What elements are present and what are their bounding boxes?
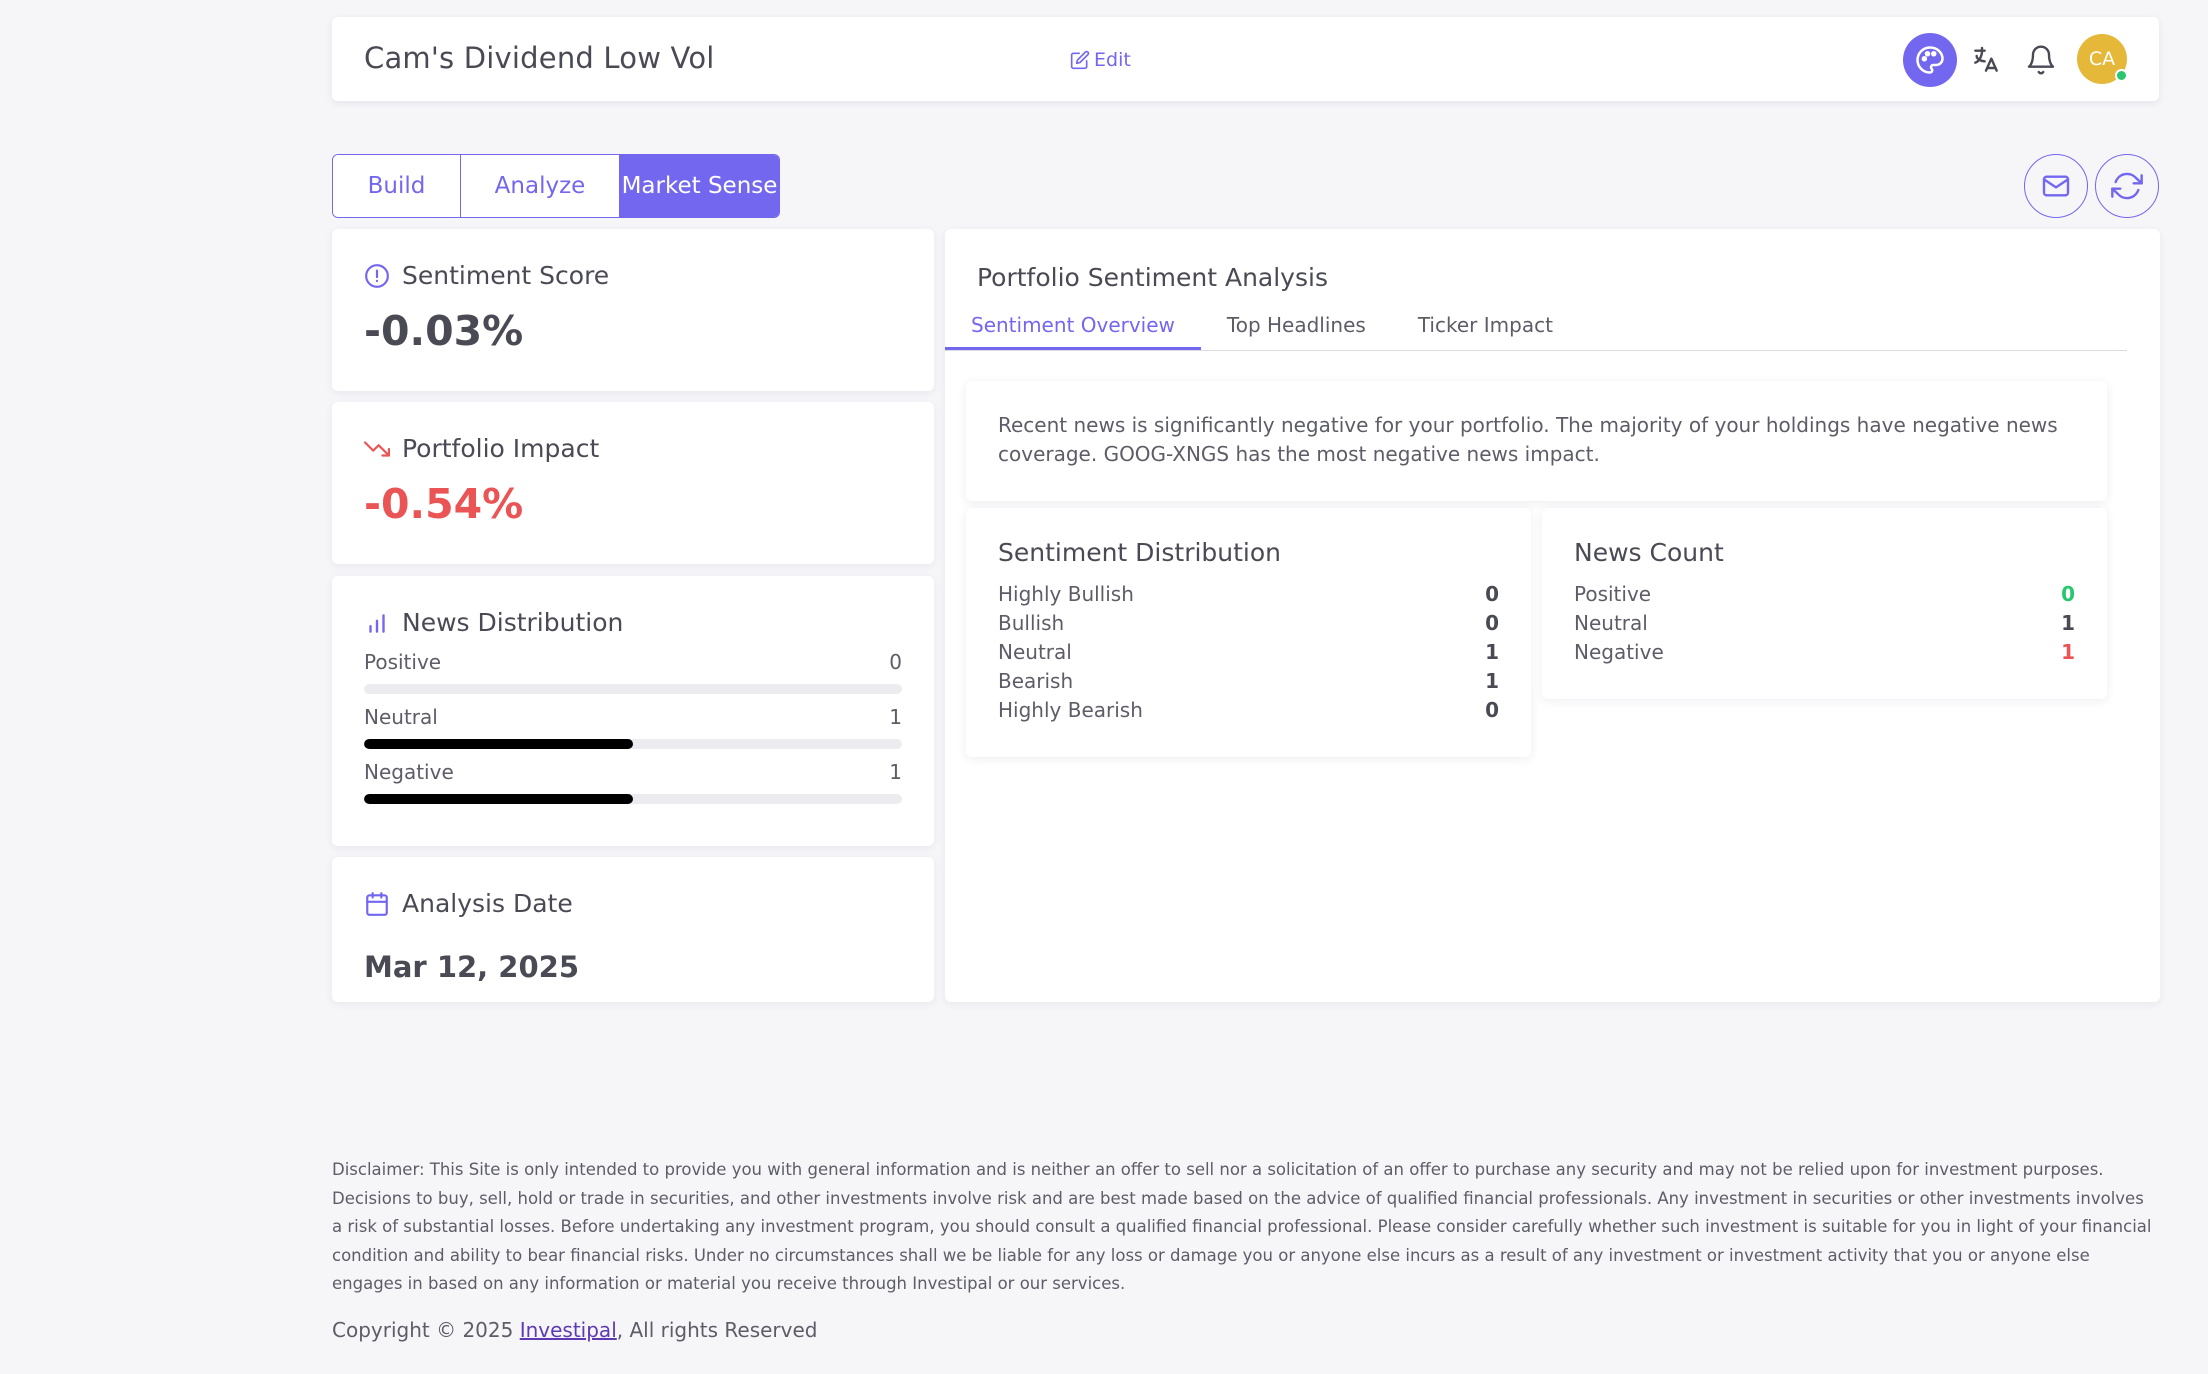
palette-icon: [1916, 46, 1944, 74]
sd-row-highly-bullish: Highly Bullish 0: [998, 582, 1499, 606]
portfolio-impact-card: Portfolio Impact -0.54%: [332, 402, 934, 564]
dist-count: 0: [889, 650, 902, 674]
news-count-title: News Count: [1574, 538, 1724, 567]
sentiment-distribution-card: Sentiment Distribution Highly Bullish 0 …: [966, 508, 1531, 757]
dist-label: Positive: [364, 650, 442, 674]
sd-value: 1: [1485, 669, 1499, 693]
analysis-date-title: Analysis Date: [364, 889, 573, 918]
edit-label: Edit: [1094, 49, 1131, 71]
nc-row-negative: Negative 1: [1574, 640, 2075, 664]
analysis-date-value: Mar 12, 2025: [364, 950, 580, 984]
tab-ticker-impact[interactable]: Ticker Impact: [1392, 309, 1579, 350]
sentiment-analysis-panel: Portfolio Sentiment Analysis Sentiment O…: [945, 229, 2160, 1002]
dist-bar-neutral: [364, 739, 902, 749]
nc-label: Positive: [1574, 582, 1652, 606]
nc-value: 1: [2061, 640, 2075, 664]
portfolio-impact-label: Portfolio Impact: [402, 434, 600, 463]
portfolio-impact-value: -0.54%: [364, 480, 524, 528]
sentiment-score-value: -0.03%: [364, 307, 524, 355]
dist-bar-positive: [364, 684, 902, 694]
bar-chart-icon: [369, 613, 385, 633]
tab-sentiment-overview[interactable]: Sentiment Overview: [945, 309, 1201, 350]
news-distribution-title: News Distribution: [364, 608, 623, 637]
nc-value: 1: [2061, 611, 2075, 635]
mail-icon: [2042, 175, 2070, 197]
sd-value: 0: [1485, 611, 1499, 635]
avatar-initials: CA: [2088, 48, 2116, 70]
sd-label: Bearish: [998, 669, 1074, 693]
sd-row-neutral: Neutral 1: [998, 640, 1499, 664]
dist-bar-fill: [364, 794, 633, 804]
dist-label: Negative: [364, 760, 454, 784]
language-button[interactable]: [1959, 33, 2013, 87]
email-button[interactable]: [2024, 154, 2088, 218]
copyright-prefix: Copyright © 2025: [332, 1318, 520, 1342]
sd-value: 0: [1485, 582, 1499, 606]
news-distribution-card: News Distribution Positive 0 Neutral 1 N…: [332, 576, 934, 846]
theme-button[interactable]: [1903, 33, 1957, 87]
dist-row-negative: Negative 1: [364, 760, 902, 784]
copyright: Copyright © 2025 Investipal, All rights …: [332, 1318, 817, 1342]
dist-row-neutral: Neutral 1: [364, 705, 902, 729]
news-count-card: News Count Positive 0 Neutral 1 Negative…: [1542, 508, 2107, 699]
alert-circle-icon: [365, 263, 389, 288]
sd-row-bearish: Bearish 1: [998, 669, 1499, 693]
sd-value: 1: [1485, 640, 1499, 664]
notifications-button[interactable]: [2014, 33, 2068, 87]
nc-row-positive: Positive 0: [1574, 582, 2075, 606]
edit-button[interactable]: Edit: [1070, 49, 1131, 71]
analysis-date-card: Analysis Date Mar 12, 2025: [332, 857, 934, 1002]
tab-build[interactable]: Build: [333, 155, 460, 217]
dist-count: 1: [889, 760, 902, 784]
sentiment-score-title: Sentiment Score: [364, 261, 609, 290]
sentiment-score-label: Sentiment Score: [402, 261, 610, 290]
dist-row-positive: Positive 0: [364, 650, 902, 674]
dist-bar-negative: [364, 794, 902, 804]
copyright-suffix: , All rights Reserved: [616, 1318, 818, 1342]
tab-top-headlines[interactable]: Top Headlines: [1201, 309, 1392, 350]
translate-icon: [1974, 46, 1998, 72]
tab-analyze[interactable]: Analyze: [460, 155, 619, 217]
investipal-link[interactable]: Investipal: [520, 1318, 617, 1342]
bell-icon: [2027, 45, 2055, 75]
dist-label: Neutral: [364, 705, 438, 729]
main-tabs: Build Analyze Market Sense: [332, 154, 780, 218]
panel-subtabs: Sentiment Overview Top Headlines Ticker …: [945, 309, 2127, 351]
sd-row-bullish: Bullish 0: [998, 611, 1499, 635]
refresh-button[interactable]: [2095, 154, 2159, 218]
sentiment-distribution-title: Sentiment Distribution: [998, 538, 1282, 567]
panel-title: Portfolio Sentiment Analysis: [977, 263, 1328, 292]
edit-icon: [1070, 50, 1090, 70]
sd-label: Highly Bullish: [998, 582, 1134, 606]
sd-label: Highly Bearish: [998, 698, 1143, 722]
portfolio-title: Cam's Dividend Low Vol: [364, 41, 715, 75]
portfolio-impact-title: Portfolio Impact: [364, 434, 599, 463]
nc-row-neutral: Neutral 1: [1574, 611, 2075, 635]
dist-count: 1: [889, 705, 902, 729]
news-distribution-label: News Distribution: [402, 608, 624, 637]
sentiment-score-card: Sentiment Score -0.03%: [332, 229, 934, 391]
sd-label: Neutral: [998, 640, 1072, 664]
dist-bar-fill: [364, 739, 633, 749]
sd-row-highly-bearish: Highly Bearish 0: [998, 698, 1499, 722]
sentiment-summary: Recent news is significantly negative fo…: [966, 381, 2107, 501]
trending-down-icon: [364, 440, 390, 457]
tab-market-sense[interactable]: Market Sense: [619, 155, 779, 217]
page-header: Cam's Dividend Low Vol Edit CA: [332, 17, 2159, 101]
sd-value: 0: [1485, 698, 1499, 722]
online-status-dot: [2115, 69, 2128, 82]
refresh-icon: [2111, 172, 2143, 200]
nc-label: Negative: [1574, 640, 1664, 664]
avatar[interactable]: CA: [2077, 34, 2128, 84]
analysis-date-label: Analysis Date: [402, 889, 573, 918]
calendar-icon: [366, 891, 388, 916]
sd-label: Bullish: [998, 611, 1065, 635]
nc-value: 0: [2061, 582, 2075, 606]
disclaimer: Disclaimer: This Site is only intended t…: [332, 1160, 2152, 1294]
nc-label: Neutral: [1574, 611, 1648, 635]
